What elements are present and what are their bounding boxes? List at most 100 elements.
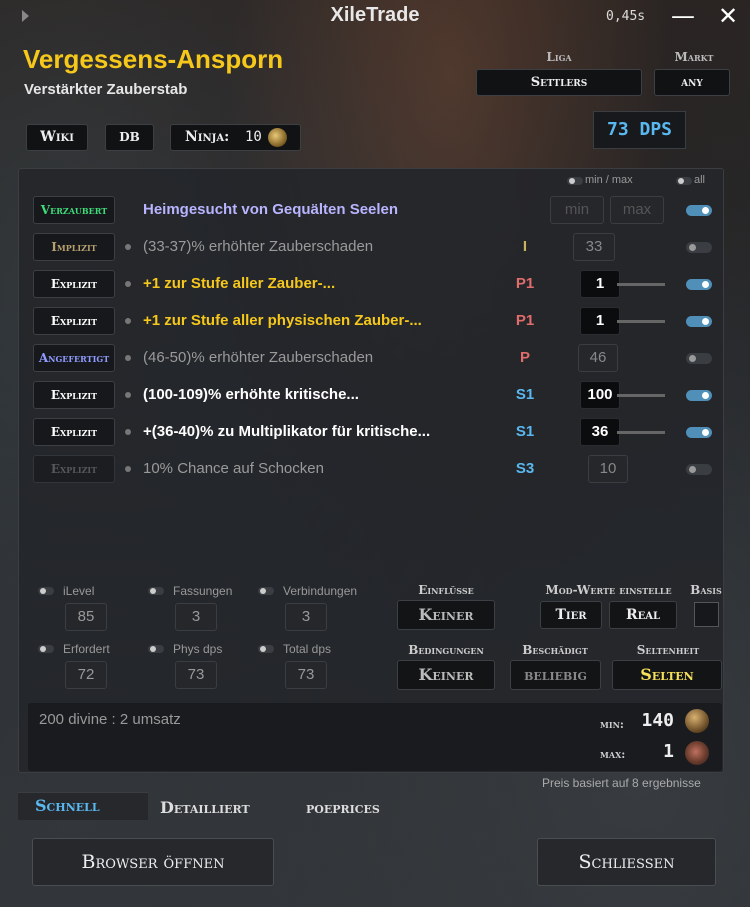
stat-toggle[interactable]: [38, 645, 54, 653]
mod-type-badge[interactable]: Explizit: [33, 455, 115, 483]
price-max-label: max:: [600, 748, 626, 761]
influences-label: Einflüsse: [418, 583, 474, 597]
stat-value[interactable]: 3: [175, 603, 217, 631]
conditions-select[interactable]: Keiner: [397, 660, 495, 690]
mod-value-input[interactable]: 100: [580, 381, 620, 409]
stat-toggle[interactable]: [258, 587, 274, 595]
mod-text: (46-50)% erhöhter Zauberschaden: [143, 349, 374, 366]
minmax-label: min / max: [585, 174, 633, 186]
mod-dot-icon: [125, 392, 131, 398]
search-timer: 0,45s: [606, 9, 646, 24]
stat-value[interactable]: 72: [65, 661, 107, 689]
market-select[interactable]: any: [654, 69, 730, 96]
stat-label: Verbindungen: [283, 584, 358, 598]
mod-value-input[interactable]: 46: [578, 344, 618, 372]
minmax-toggle[interactable]: [567, 177, 583, 185]
mod-toggle[interactable]: [686, 316, 712, 327]
tab-schnell-label: Schnell: [35, 796, 100, 815]
stat-value[interactable]: 73: [285, 661, 327, 689]
corrupted-select[interactable]: beliebig: [510, 660, 601, 690]
mod-text: +(36-40)% zu Multiplikator für kritische…: [143, 423, 431, 440]
max-input[interactable]: max: [610, 196, 664, 224]
conditions-label: Bedingungen: [408, 643, 484, 657]
open-browser-button[interactable]: Browser öffnen: [32, 838, 274, 886]
tier-button[interactable]: Tier: [540, 601, 602, 629]
ninja-value: 10: [245, 129, 262, 145]
mod-type-badge[interactable]: Explizit: [33, 381, 115, 409]
price-note: Preis basiert auf 8 ergebnisse: [542, 776, 701, 790]
stat-value[interactable]: 85: [65, 603, 107, 631]
divine-orb-icon: [268, 128, 287, 147]
mod-toggle[interactable]: [686, 279, 712, 290]
league-select[interactable]: Settlers: [476, 69, 642, 96]
league-label: Liga: [546, 50, 572, 64]
mod-toggle[interactable]: [686, 242, 712, 253]
mod-values-label: Mod-Werte einstelle: [545, 583, 672, 597]
close-window-button[interactable]: ✕: [708, 2, 748, 32]
mod-toggle[interactable]: [686, 390, 712, 401]
tab-schnell[interactable]: Schnell: [18, 792, 148, 820]
min-input[interactable]: min: [550, 196, 604, 224]
mod-value-input[interactable]: 36: [580, 418, 620, 446]
mod-type-badge[interactable]: Explizit: [33, 307, 115, 335]
mod-toggle[interactable]: [686, 427, 712, 438]
mod-toggle[interactable]: [686, 353, 712, 364]
mod-toggle[interactable]: [686, 205, 712, 216]
mod-type-badge[interactable]: Explizit: [33, 418, 115, 446]
stat-value[interactable]: 73: [175, 661, 217, 689]
price-summary: 200 divine : 2 umsatz: [39, 711, 181, 728]
all-label: all: [694, 174, 706, 186]
stat-toggle[interactable]: [148, 645, 164, 653]
basis-checkbox[interactable]: [694, 602, 719, 627]
stat-label: Erfordert: [63, 642, 110, 656]
minimize-button[interactable]: —: [663, 2, 703, 32]
mod-value-input[interactable]: 1: [580, 307, 620, 335]
item-name: Vergessens-Ansporn: [23, 44, 284, 74]
market-label: Markt: [674, 50, 714, 64]
stat-toggle[interactable]: [38, 587, 54, 595]
mod-value-slider[interactable]: [617, 431, 665, 434]
mod-tier: S1: [515, 386, 535, 403]
stat-label: Total dps: [283, 642, 332, 656]
mod-tier: I: [522, 238, 528, 255]
mod-value-input[interactable]: 10: [588, 455, 628, 483]
mod-value-slider[interactable]: [617, 394, 665, 397]
mod-value-input[interactable]: 1: [580, 270, 620, 298]
mod-dot-icon: [125, 466, 131, 472]
stat-label: iLevel: [63, 584, 95, 598]
price-max-value: 1: [663, 741, 674, 762]
mod-dot-icon: [125, 281, 131, 287]
rarity-label: Seltenheit: [636, 643, 700, 657]
tab-detailliert[interactable]: Detailliert: [160, 798, 250, 817]
mod-type-badge[interactable]: Angefertigt: [33, 344, 115, 372]
mod-text: (33-37)% erhöhter Zauberschaden: [143, 238, 374, 255]
ninja-button[interactable]: Ninja: 10: [170, 124, 301, 151]
db-button[interactable]: DB: [105, 124, 154, 151]
mod-tier: S3: [515, 460, 535, 477]
tab-poeprices[interactable]: poeprices: [306, 798, 380, 817]
mod-dot-icon: [125, 429, 131, 435]
mod-type-badge[interactable]: Explizit: [33, 270, 115, 298]
mod-type-badge[interactable]: Verzaubert: [33, 196, 115, 224]
stat-label: Phys dps: [173, 642, 223, 656]
mod-tier: P1: [515, 312, 535, 329]
wiki-button[interactable]: Wiki: [26, 124, 88, 151]
mod-type-badge[interactable]: Implizit: [33, 233, 115, 261]
stat-toggle[interactable]: [258, 645, 274, 653]
mod-text: (100-109)% erhöhte kritische...: [143, 386, 359, 403]
close-button[interactable]: Schliessen: [537, 838, 716, 886]
mod-value-slider[interactable]: [617, 283, 665, 286]
basis-label: Basis: [690, 583, 722, 597]
stat-value[interactable]: 3: [285, 603, 327, 631]
mod-toggle[interactable]: [686, 464, 712, 475]
influences-select[interactable]: Keiner: [397, 600, 495, 630]
mod-text: 10% Chance auf Schocken: [143, 460, 324, 477]
price-min-value: 140: [641, 710, 674, 731]
mod-value-input[interactable]: 33: [573, 233, 615, 261]
mod-value-slider[interactable]: [617, 320, 665, 323]
mod-dot-icon: [125, 355, 131, 361]
stat-toggle[interactable]: [148, 587, 164, 595]
rarity-select[interactable]: Selten: [612, 660, 722, 690]
real-button[interactable]: Real: [609, 601, 677, 629]
mod-text: +1 zur Stufe aller Zauber-...: [143, 275, 336, 292]
